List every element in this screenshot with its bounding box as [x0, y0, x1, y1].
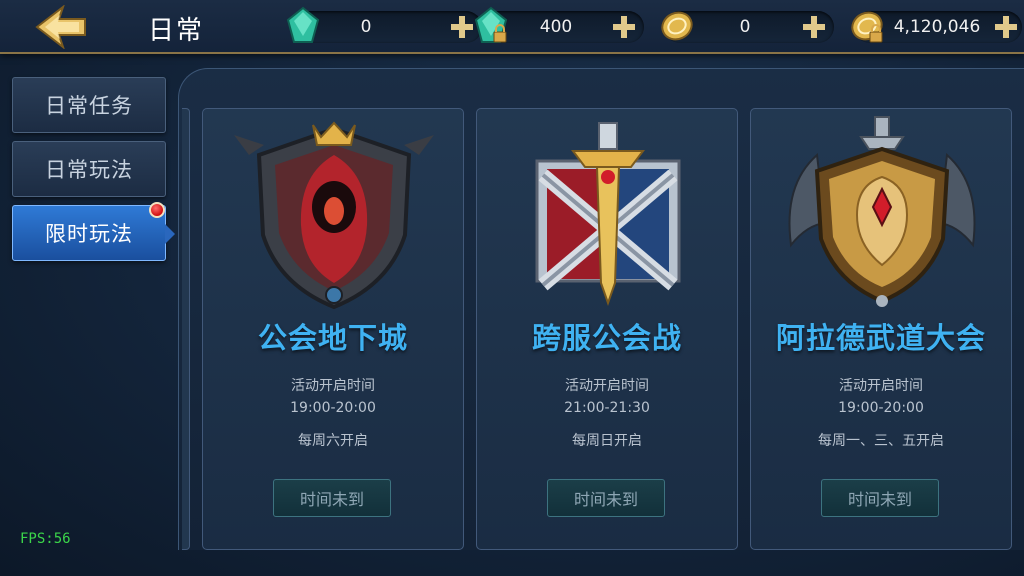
back-arrow-icon [35, 5, 86, 49]
event-time-label: 活动开启时间 [291, 378, 375, 394]
event-card-guild-dungeon[interactable]: 公会地下城 活动开启时间 19:00-20:00 每周六开启 时间未到 [202, 108, 464, 550]
active-tab-arrow [165, 224, 175, 244]
event-card-cross-server-guild-war[interactable]: 跨服公会战 活动开启时间 21:00-21:30 每周日开启 时间未到 [476, 108, 738, 550]
currency-value: 400 [539, 17, 573, 37]
not-yet-time-button[interactable]: 时间未到 [273, 479, 391, 517]
event-name: 跨服公会战 [531, 321, 682, 355]
event-schedule: 每周一、三、五开启 [818, 433, 944, 449]
gold-coin-icon [661, 11, 693, 41]
event-card-arad-tournament[interactable]: 阿拉德武道大会 活动开启时间 19:00-20:00 每周一、三、五开启 时间未… [750, 108, 1012, 550]
guild-dungeon-emblem-icon [234, 121, 434, 310]
add-locked-coin-button[interactable] [992, 13, 1020, 41]
not-yet-time-button[interactable]: 时间未到 [547, 479, 665, 517]
currency-value: 0 [739, 17, 751, 37]
event-name: 阿拉德武道大会 [775, 321, 986, 355]
tab-daily-gameplay[interactable]: 日常玩法 [12, 141, 166, 197]
tab-label: 日常玩法 [45, 158, 133, 182]
event-schedule: 每周日开启 [572, 433, 642, 449]
event-time-label: 活动开启时间 [565, 378, 649, 394]
locked-gem-icon [474, 6, 508, 43]
currency-value: 4,120,046 [893, 17, 981, 37]
event-time: 19:00-20:00 [838, 400, 924, 416]
currency-value: 0 [360, 17, 372, 37]
crossed-swords-banner-icon [535, 122, 681, 307]
event-time-label: 活动开启时间 [839, 378, 923, 394]
event-schedule: 每周六开启 [298, 433, 368, 449]
tab-limited-gameplay[interactable]: 限时玩法 [12, 202, 175, 261]
add-locked-gem-button[interactable] [610, 13, 638, 41]
page-title: 日常 [148, 16, 205, 46]
partial-card [182, 108, 190, 550]
tab-daily-tasks[interactable]: 日常任务 [12, 77, 166, 133]
event-time: 21:00-21:30 [564, 400, 650, 416]
event-name: 公会地下城 [257, 321, 408, 355]
add-gold-coin-button[interactable] [800, 13, 828, 41]
back-button[interactable] [26, 4, 96, 50]
tab-label: 日常任务 [45, 94, 133, 118]
not-yet-time-button[interactable]: 时间未到 [821, 479, 939, 517]
event-time: 19:00-20:00 [290, 400, 376, 416]
currency-green-gem: 0 [286, 6, 482, 43]
top-bar: 日常 0 400 0 4,120,046 [0, 0, 1024, 54]
green-gem-icon [286, 6, 320, 43]
tab-label: 限时玩法 [45, 222, 133, 246]
winged-shield-emblem-icon [788, 116, 976, 307]
fps-counter: FPS:56 [20, 531, 71, 547]
currency-locked-coin: 4,120,046 [851, 11, 1022, 43]
notification-badge [149, 202, 165, 218]
locked-coin-icon [851, 11, 883, 43]
currency-locked-gem: 400 [474, 6, 644, 43]
currency-gold-coin: 0 [661, 11, 834, 43]
